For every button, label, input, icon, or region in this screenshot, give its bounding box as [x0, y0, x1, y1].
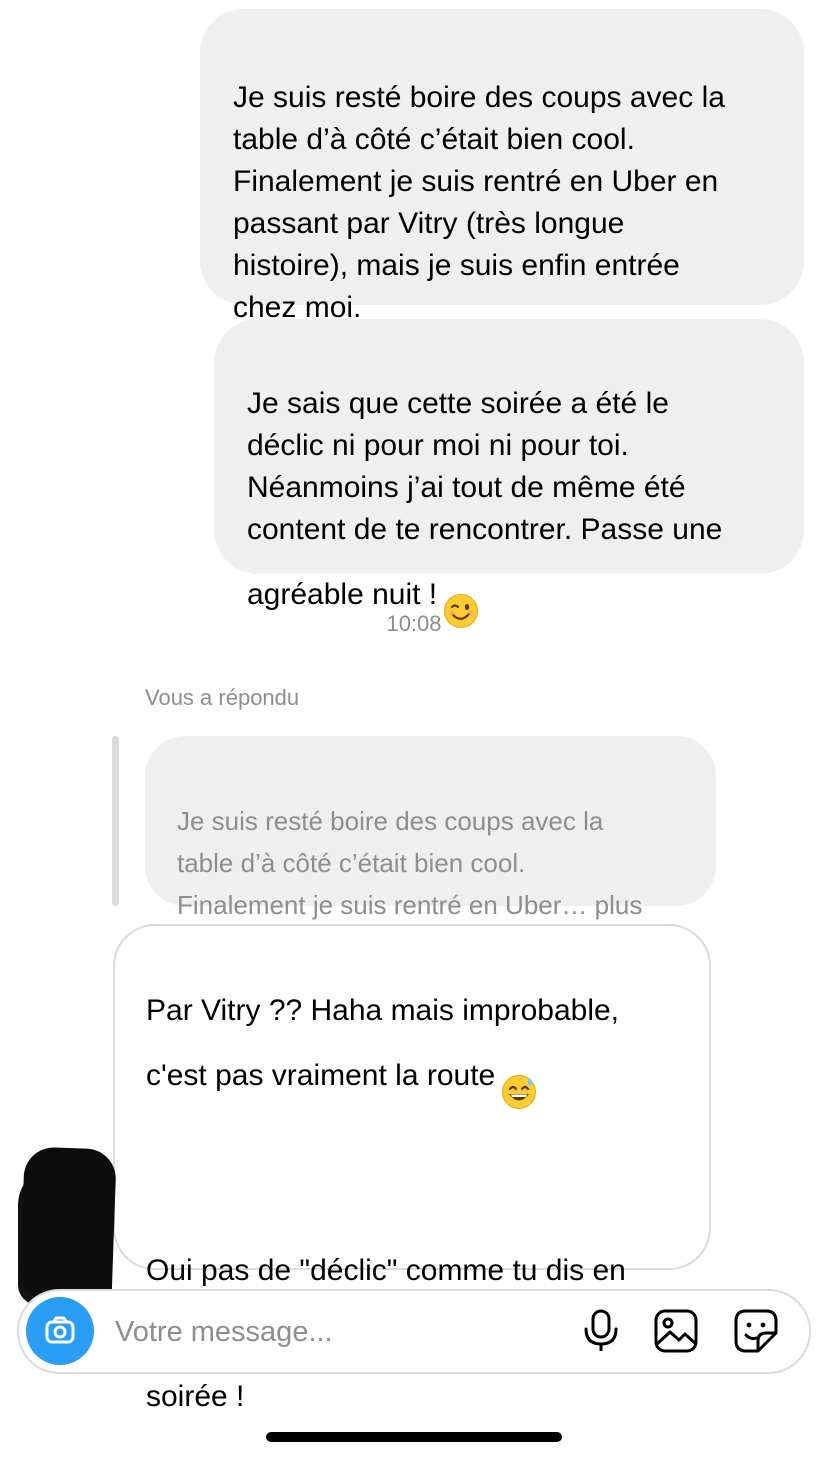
message-text: Je sais que cette soirée a été le déclic…	[247, 387, 723, 611]
sweat-smile-emoji-icon	[501, 1032, 537, 1122]
gallery-button[interactable]	[653, 1308, 699, 1354]
quote-bar	[112, 736, 119, 906]
home-indicator[interactable]	[266, 1432, 562, 1442]
quoted-text: Je suis resté boire des coups avec la ta…	[177, 806, 643, 920]
message-text: Je suis resté boire des coups avec la ta…	[233, 81, 725, 324]
message-input[interactable]	[113, 1309, 547, 1355]
redacted-avatar	[19, 1146, 117, 1310]
received-message-bubble[interactable]: Par Vitry ?? Haha mais improbable, c'est…	[113, 924, 711, 1413]
message-timestamp: 10:08	[386, 611, 442, 636]
quoted-message[interactable]: Je suis resté boire des coups avec la ta…	[145, 736, 716, 920]
image-icon	[654, 1309, 698, 1353]
microphone-icon	[584, 1309, 618, 1351]
microphone-button[interactable]	[578, 1308, 624, 1354]
sent-message-bubble[interactable]: Je sais que cette soirée a été le déclic…	[214, 319, 804, 628]
camera-icon	[45, 1316, 75, 1344]
sticker-button[interactable]	[733, 1308, 779, 1354]
camera-button[interactable]	[26, 1297, 94, 1365]
sent-message-bubble[interactable]: Je suis resté boire des coups avec la ta…	[200, 9, 804, 324]
message-text: Par Vitry ?? Haha mais improbable, c'est…	[146, 994, 619, 1092]
sticker-icon	[734, 1309, 778, 1353]
reply-label: Vous a répondu	[145, 685, 300, 710]
